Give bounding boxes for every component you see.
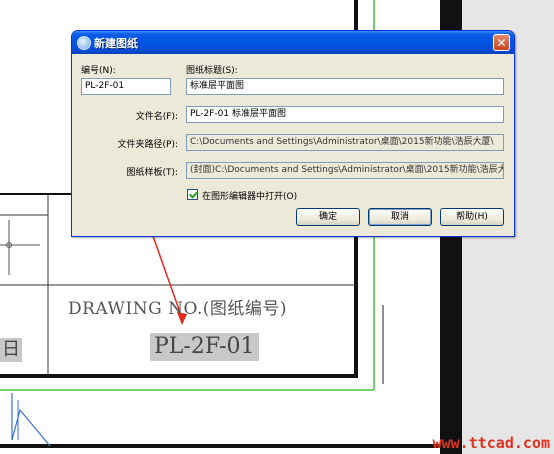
- cancel-button[interactable]: 取消: [368, 208, 432, 226]
- title-block-cell-symbol: 日: [0, 338, 22, 362]
- drawing-number-label: DRAWING NO.(图纸编号): [68, 299, 288, 319]
- drawing-number-value[interactable]: PL-2F-01: [150, 333, 259, 361]
- new-drawing-dialog: 新建图纸 ✕ 编号(N): PL-2F-01 图纸标题(S): 标准层平面图 文…: [71, 30, 515, 237]
- watermark-text: www.ttcad.com: [432, 434, 550, 452]
- drawing-title-input[interactable]: 标准层平面图: [186, 78, 504, 95]
- template-label: 图纸样板(T):: [126, 168, 178, 178]
- dialog-titlebar[interactable]: 新建图纸 ✕: [72, 31, 514, 54]
- folder-path-field: C:\Documents and Settings\Administrator\…: [186, 134, 504, 151]
- template-field[interactable]: (封面)C:\Documents and Settings\Administra…: [186, 162, 504, 179]
- open-in-editor-checkbox[interactable]: [187, 189, 198, 200]
- number-label: 编号(N):: [81, 66, 116, 76]
- dialog-app-icon: [77, 36, 91, 50]
- help-button[interactable]: 帮助(H): [440, 208, 504, 226]
- drawing-title-label: 图纸标题(S):: [186, 66, 238, 76]
- filename-label: 文件名(F):: [135, 112, 178, 122]
- folder-path-label: 文件夹路径(P):: [117, 140, 178, 150]
- ok-button[interactable]: 确定: [296, 208, 360, 226]
- filename-input[interactable]: PL-2F-01 标准层平面图: [186, 106, 504, 123]
- number-input[interactable]: PL-2F-01: [81, 78, 171, 95]
- open-in-editor-label[interactable]: 在图形编辑器中打开(O): [202, 189, 297, 202]
- close-icon[interactable]: ✕: [493, 34, 510, 51]
- dialog-title: 新建图纸: [94, 37, 138, 50]
